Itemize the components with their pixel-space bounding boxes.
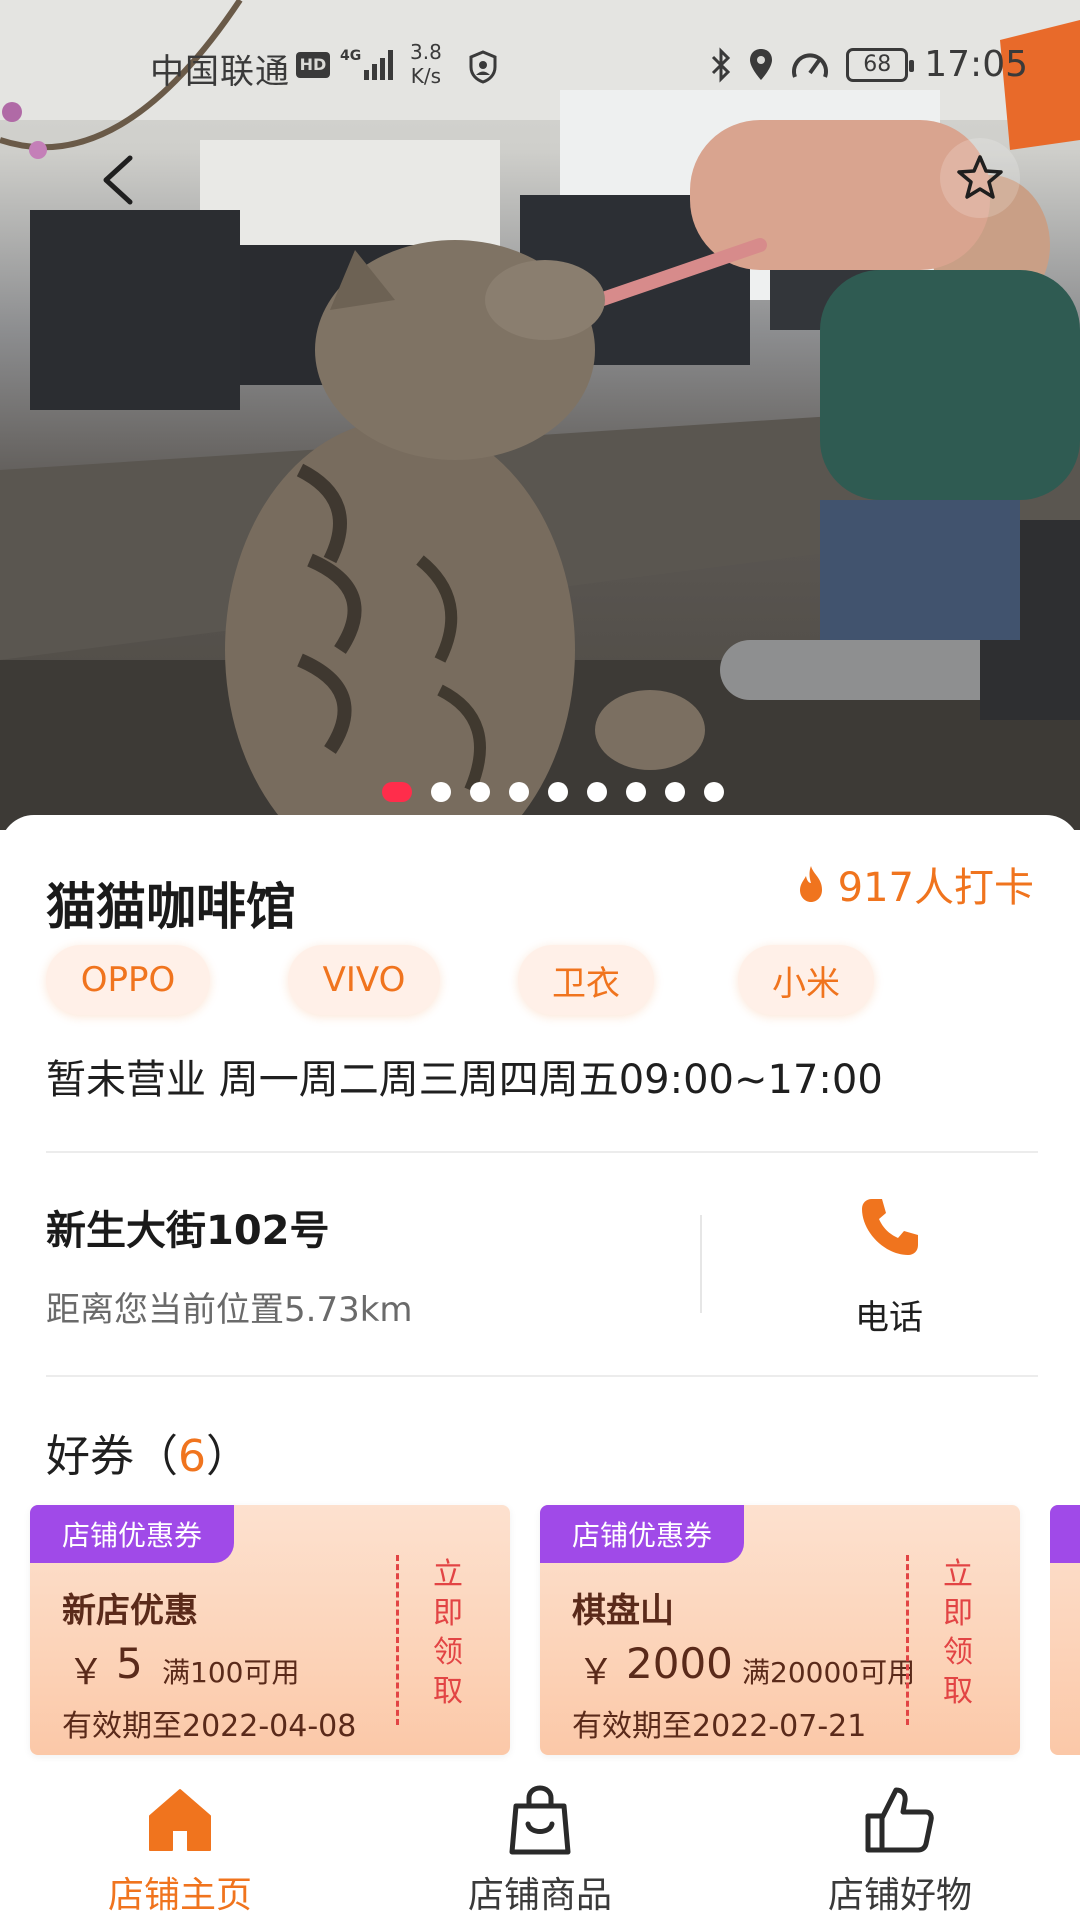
status-right: 68 17:05 <box>710 44 1028 85</box>
hero-carousel[interactable]: 中国联通 HD 4G 3.8 K/s 68 17:05 <box>0 0 1080 830</box>
tag-item[interactable]: 卫衣 <box>518 945 654 1015</box>
coupon-amount: 5 <box>116 1639 143 1688</box>
tag-item[interactable]: 小米 <box>738 945 874 1015</box>
thumbs-up-icon <box>865 1787 934 1853</box>
carrier-name: 中国联通 <box>150 52 290 92</box>
coupon-card[interactable]: 店铺优惠券 棋盘山 ￥ 2000 满20000可用 有效期至2022-07-21… <box>540 1505 1020 1755</box>
vpn-shield-icon <box>469 50 497 84</box>
shop-address[interactable]: 新生大街102号 <box>46 1198 330 1256</box>
coupons-title-suffix: ） <box>206 1431 250 1482</box>
bluetooth-icon <box>712 46 731 83</box>
claim-char: 立 <box>943 1557 973 1592</box>
coupon-title: 棋盘山 <box>572 1591 674 1631</box>
hd-badge: HD <box>296 52 330 78</box>
coupon-card-partial[interactable] <box>1050 1505 1080 1755</box>
claim-char: 即 <box>433 1596 463 1631</box>
checkin-text: 917人打卡 <box>837 865 1034 911</box>
star-icon <box>957 155 1003 199</box>
coupon-separator <box>396 1555 399 1725</box>
network-speed: 3.8 K/s <box>410 40 442 88</box>
nav-shop-products[interactable]: 店铺商品 <box>360 1762 720 1920</box>
carousel-dot[interactable] <box>703 782 724 802</box>
coupon-currency: ￥ <box>578 1652 615 1693</box>
speed-unit: K/s <box>410 64 442 88</box>
business-hours: 暂未营业 周一周二周三周四周五09:00~17:00 <box>46 1057 883 1103</box>
coupon-separator <box>906 1555 909 1725</box>
clock: 17:05 <box>924 44 1028 85</box>
shop-info-card: 猫猫咖啡馆 917人打卡 OPPO VIVO 卫衣 小米 暂未营业 周一周二周三… <box>0 815 1080 1920</box>
carousel-dot[interactable] <box>508 782 529 802</box>
divider <box>46 1151 1038 1153</box>
carousel-dot[interactable] <box>430 782 451 802</box>
signal-icon: 4G <box>340 48 393 80</box>
fire-icon <box>799 866 822 902</box>
coupon-title: 新店优惠 <box>62 1591 198 1631</box>
coupon-condition: 满20000可用 <box>742 1656 916 1689</box>
claim-char: 领 <box>943 1635 973 1670</box>
network-type: 4G <box>340 48 361 64</box>
vertical-divider <box>700 1215 702 1313</box>
carousel-dot-active[interactable] <box>381 782 412 802</box>
tag-list: OPPO VIVO 卫衣 小米 <box>46 945 1046 1019</box>
carousel-dot[interactable] <box>664 782 685 802</box>
coupon-validity: 有效期至2022-07-21 <box>572 1709 867 1744</box>
coupon-amount: 2000 <box>626 1639 733 1688</box>
coupons-count: 6 <box>178 1431 206 1482</box>
carousel-dot[interactable] <box>625 782 646 802</box>
battery-icon: 68 <box>846 47 915 82</box>
coupons-title-prefix: 好券（ <box>46 1431 178 1482</box>
carousel-dot[interactable] <box>469 782 490 802</box>
shop-distance: 距离您当前位置5.73km <box>46 1290 413 1330</box>
tag-item[interactable]: VIVO <box>288 945 440 1015</box>
claim-char: 立 <box>433 1557 463 1592</box>
location-icon <box>750 48 773 80</box>
coupon-badge: 店铺优惠券 <box>30 1505 234 1563</box>
carousel-indicator <box>0 782 1080 802</box>
home-icon <box>149 1789 211 1851</box>
phone-button-label[interactable]: 电话 <box>855 1290 923 1339</box>
bottom-nav: 店铺主页 店铺商品 店铺好物 <box>0 1762 1080 1920</box>
nav-shop-goods[interactable]: 店铺好物 <box>720 1762 1080 1920</box>
status-bar: 中国联通 HD 4G 3.8 K/s 68 17:05 <box>0 0 1080 130</box>
back-button[interactable] <box>78 140 158 220</box>
carousel-dot[interactable] <box>547 782 568 802</box>
phone-icon[interactable] <box>858 1195 922 1259</box>
coupon-condition: 满100可用 <box>162 1656 300 1689</box>
speedometer-icon <box>792 53 829 78</box>
coupon-badge: 店铺优惠券 <box>540 1505 744 1563</box>
claim-button[interactable]: 立 即 领 取 <box>938 1555 978 1711</box>
shop-name: 猫猫咖啡馆 <box>46 878 296 936</box>
checkin-count: 917人打卡 <box>794 855 1034 913</box>
claim-char: 取 <box>943 1674 973 1709</box>
favorite-button[interactable] <box>940 138 1020 218</box>
chevron-left-icon <box>103 155 133 205</box>
claim-char: 即 <box>943 1596 973 1631</box>
claim-char: 领 <box>433 1635 463 1670</box>
speed-value: 3.8 <box>410 40 442 64</box>
carousel-dot[interactable] <box>586 782 607 802</box>
claim-char: 取 <box>433 1674 463 1709</box>
nav-shop-home[interactable]: 店铺主页 <box>0 1762 360 1920</box>
coupon-badge <box>1050 1505 1080 1563</box>
coupon-currency: ￥ <box>68 1652 105 1693</box>
coupons-section-title: 好券（6） <box>46 1420 250 1484</box>
coupon-card[interactable]: 店铺优惠券 新店优惠 ￥ 5 满100可用 有效期至2022-04-08 立 即… <box>30 1505 510 1755</box>
tag-item[interactable]: OPPO <box>46 945 210 1015</box>
coupon-validity: 有效期至2022-04-08 <box>62 1709 357 1744</box>
divider <box>46 1375 1038 1377</box>
nav-label: 店铺主页 <box>107 1875 252 1916</box>
claim-button[interactable]: 立 即 领 取 <box>428 1555 468 1711</box>
nav-label: 店铺商品 <box>467 1875 612 1916</box>
shopping-bag-icon <box>509 1785 571 1855</box>
nav-label: 店铺好物 <box>827 1875 972 1916</box>
